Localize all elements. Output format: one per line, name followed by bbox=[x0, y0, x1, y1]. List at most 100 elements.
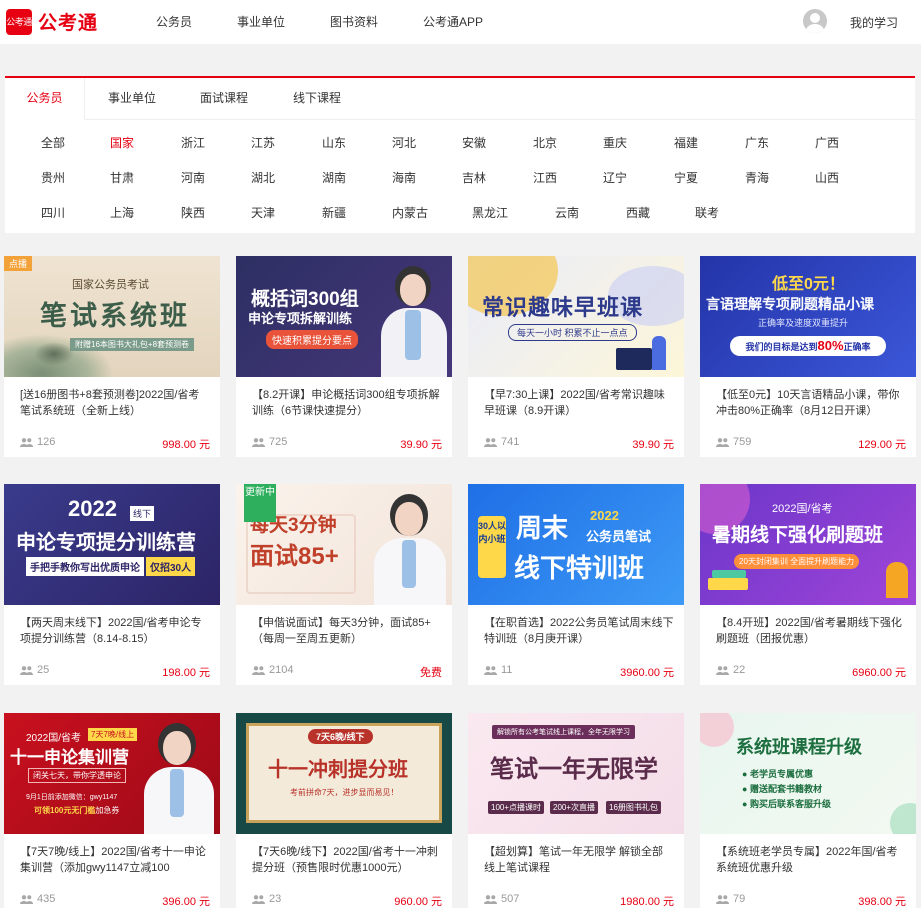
region-filter-item[interactable]: 全部 bbox=[41, 134, 65, 151]
banner-title: 常识趣味早班课 bbox=[482, 295, 644, 320]
region-filter-item[interactable]: 江西 bbox=[533, 169, 557, 186]
course-meta: 126 998.00 元 bbox=[20, 436, 210, 451]
course-title[interactable]: 【申偕说面试】每天3分钟，面试85+（每周一至周五更新） bbox=[252, 615, 442, 647]
region-filter-item[interactable]: 内蒙古 bbox=[392, 204, 428, 221]
region-filter-item[interactable]: 广东 bbox=[745, 134, 769, 151]
course-card[interactable]: 每天3分钟 面试85+ 更新中 【申偕说面试】每天3分钟，面试85+（每周一至周… bbox=[236, 484, 452, 685]
region-filter-item[interactable]: 湖南 bbox=[322, 169, 346, 186]
course-card[interactable]: 解锁所有公考笔试线上课程，全年无限学习 笔试一年无限学 100+点播课时 200… bbox=[468, 713, 684, 908]
banner-title: 十一申论集训营 bbox=[10, 748, 129, 767]
region-filter-item[interactable]: 云南 bbox=[555, 204, 579, 221]
region-filter-item[interactable]: 山西 bbox=[815, 169, 839, 186]
course-banner: 2022国/省考 暑期线下强化刷题班 20天封闭集训 全面提升刷题能力 bbox=[700, 484, 916, 605]
course-card[interactable]: 2022 线下 申论专项提分训练营 手把手教你写出优质申论 仅招30人 【两天周… bbox=[4, 484, 220, 685]
course-title[interactable]: 【8.2开课】申论概括词300组专项拆解训练（6节课快速提分） bbox=[252, 387, 442, 419]
tab-public-institution[interactable]: 事业单位 bbox=[85, 78, 179, 120]
region-filter-item[interactable]: 浙江 bbox=[181, 134, 205, 151]
nav-civil-servant[interactable]: 公务员 bbox=[156, 13, 192, 30]
banner-note: 快速积累提分要点 bbox=[266, 330, 358, 349]
banner-tag: 7天7晚/线上 bbox=[88, 728, 138, 741]
course-price: 398.00 元 bbox=[858, 896, 906, 908]
course-title[interactable]: 【8.4开班】2022国/省考暑期线下强化刷题班（团报优惠） bbox=[716, 615, 906, 647]
course-card[interactable]: 2022国/省考 7天7晚/线上 十一申论集训营 闭关七天，带你学透申论 9月1… bbox=[4, 713, 220, 908]
course-meta: 22 6960.00 元 bbox=[716, 664, 906, 679]
course-card[interactable]: 2022国/省考 暑期线下强化刷题班 20天封闭集训 全面提升刷题能力 【8.4… bbox=[700, 484, 916, 685]
course-card[interactable]: 低至0元！ 言语理解专项刷题精品小课 正确率及速度双重提升 我们的目标是达到80… bbox=[700, 256, 916, 457]
region-filter-item[interactable]: 福建 bbox=[674, 134, 698, 151]
banner-year: 2022 bbox=[590, 508, 619, 523]
region-filter-item[interactable]: 山东 bbox=[322, 134, 346, 151]
course-title[interactable]: 【7天7晚/线上】2022国/省考十一申论集训营（添加gwy1147立减100 bbox=[20, 844, 210, 876]
course-meta: 507 1980.00 元 bbox=[484, 893, 674, 908]
region-filter-item[interactable]: 吉林 bbox=[462, 169, 486, 186]
region-filter-item[interactable]: 广西 bbox=[815, 134, 839, 151]
course-title[interactable]: 【低至0元】10天言语精品小课，带你冲击80%正确率（8月12日开课） bbox=[716, 387, 906, 419]
course-title[interactable]: 【超划算】笔试一年无限学 解锁全部线上笔试课程 bbox=[484, 844, 674, 876]
nav-books[interactable]: 图书资料 bbox=[330, 13, 378, 30]
banner-subtitle: 考前拼命7天，进步显而易见！ bbox=[290, 788, 399, 797]
region-filter-item[interactable]: 西藏 bbox=[626, 204, 650, 221]
banner-target-pill: 我们的目标是达到80%正确率 bbox=[730, 336, 886, 356]
course-card[interactable]: 常识趣味早班课 每天一小时 积累不止一点点 【早7:30上课】2022国/省考常… bbox=[468, 256, 684, 457]
my-study-link[interactable]: 我的学习 bbox=[850, 14, 898, 31]
vod-badge: 点播 bbox=[4, 256, 33, 271]
course-card[interactable]: 7天6晚/线下 十一冲刺提分班 考前拼命7天，进步显而易见！ 【7天6晚/线下】… bbox=[236, 713, 452, 908]
region-filter-item[interactable]: 联考 bbox=[695, 204, 719, 221]
region-filter-item[interactable]: 青海 bbox=[745, 169, 769, 186]
course-banner: 2022国/省考 7天7晚/线上 十一申论集训营 闭关七天，带你学透申论 9月1… bbox=[4, 713, 220, 834]
teacher-photo bbox=[372, 492, 452, 605]
region-filter-item[interactable]: 天津 bbox=[251, 204, 275, 221]
region-filter-item[interactable]: 宁夏 bbox=[674, 169, 698, 186]
user-avatar[interactable] bbox=[803, 9, 827, 33]
course-card[interactable]: 30人以内小班 周末 2022 公务员笔试 线下特训班 【在职首选】2022公务… bbox=[468, 484, 684, 685]
region-filter-item[interactable]: 河南 bbox=[181, 169, 205, 186]
region-filter-item[interactable]: 北京 bbox=[533, 134, 557, 151]
course-card[interactable]: 国家公务员考试 笔试系统班 附赠16本图书大礼包+8套预测卷 点播 [送16册图… bbox=[4, 256, 220, 457]
course-title[interactable]: 【在职首选】2022公务员笔试周末线下特训班（8月庚开课） bbox=[484, 615, 674, 647]
region-filter-item[interactable]: 黑龙江 bbox=[472, 204, 508, 221]
tab-offline[interactable]: 线下课程 bbox=[269, 78, 365, 120]
tab-interview[interactable]: 面试课程 bbox=[179, 78, 269, 120]
nav-app[interactable]: 公考通APP bbox=[423, 13, 483, 30]
banner-tag: 7天6晚/线下 bbox=[308, 729, 373, 744]
people-icon bbox=[252, 438, 265, 447]
region-filter-item[interactable]: 上海 bbox=[110, 204, 134, 221]
course-title[interactable]: 【系统班老学员专属】2022年国/省考系统班优惠升级 bbox=[716, 844, 906, 876]
people-icon bbox=[252, 666, 265, 675]
region-filter-item[interactable]: 新疆 bbox=[322, 204, 346, 221]
region-filter-item[interactable]: 海南 bbox=[392, 169, 416, 186]
region-filter-item[interactable]: 辽宁 bbox=[603, 169, 627, 186]
region-filter-item[interactable]: 河北 bbox=[392, 134, 416, 151]
course-banner: 概括词300组 申论专项拆解训练 快速积累提分要点 bbox=[236, 256, 452, 377]
region-filter-item[interactable]: 湖北 bbox=[251, 169, 275, 186]
region-filter-item[interactable]: 国家 bbox=[110, 134, 134, 151]
region-filter-item[interactable]: 贵州 bbox=[41, 169, 65, 186]
region-filter-item[interactable]: 陕西 bbox=[181, 204, 205, 221]
people-icon bbox=[20, 895, 33, 904]
enrollment-count: 25 bbox=[37, 664, 50, 676]
course-card[interactable]: 概括词300组 申论专项拆解训练 快速积累提分要点 【8.2开课】申论概括词30… bbox=[236, 256, 452, 457]
banner-note: 手把手教你写出优质申论 bbox=[26, 557, 144, 576]
course-title[interactable]: 【早7:30上课】2022国/省考常识趣味早班课（8.9开课） bbox=[484, 387, 674, 419]
course-title[interactable]: [送16册图书+8套预测卷]2022国/省考笔试系统班（全新上线） bbox=[20, 387, 210, 419]
region-filter-item[interactable]: 甘肃 bbox=[110, 169, 134, 186]
region-filter-item[interactable]: 四川 bbox=[41, 204, 65, 221]
people-icon bbox=[716, 895, 729, 904]
site-logo[interactable]: 公考通 公考通 bbox=[6, 8, 98, 35]
course-title[interactable]: 【两天周末线下】2022国/省考申论专项提分训练营（8.14-8.15） bbox=[20, 615, 210, 647]
category-filter-panel: 公务员 事业单位 面试课程 线下课程 全部 国家 浙江 江苏 山东 河北 安徽 北京 重庆 福建 广… bbox=[5, 76, 915, 233]
course-price: 免费 bbox=[420, 667, 442, 679]
region-filter-item[interactable]: 重庆 bbox=[603, 134, 627, 151]
course-card[interactable]: 系统班课程升级 ● 老学员专属优惠 ● 赠送配套书籍教材 ● 购买后联系客服升级… bbox=[700, 713, 916, 908]
region-filter-item[interactable]: 安徽 bbox=[462, 134, 486, 151]
updating-badge: 更新中 bbox=[244, 484, 276, 522]
nav-public-institution[interactable]: 事业单位 bbox=[237, 13, 285, 30]
course-title[interactable]: 【7天6晚/线下】2022国/省考十一冲刺提分班（预售限时优惠1000元） bbox=[252, 844, 442, 876]
course-meta: 759 129.00 元 bbox=[716, 436, 906, 451]
banner-subtitle: 公务员笔试 bbox=[586, 529, 652, 544]
course-price: 998.00 元 bbox=[162, 439, 210, 451]
enrollment-count: 79 bbox=[733, 893, 746, 905]
course-meta: 79 398.00 元 bbox=[716, 893, 906, 908]
tab-civil-servant[interactable]: 公务员 bbox=[5, 78, 85, 120]
region-filter-item[interactable]: 江苏 bbox=[251, 134, 275, 151]
